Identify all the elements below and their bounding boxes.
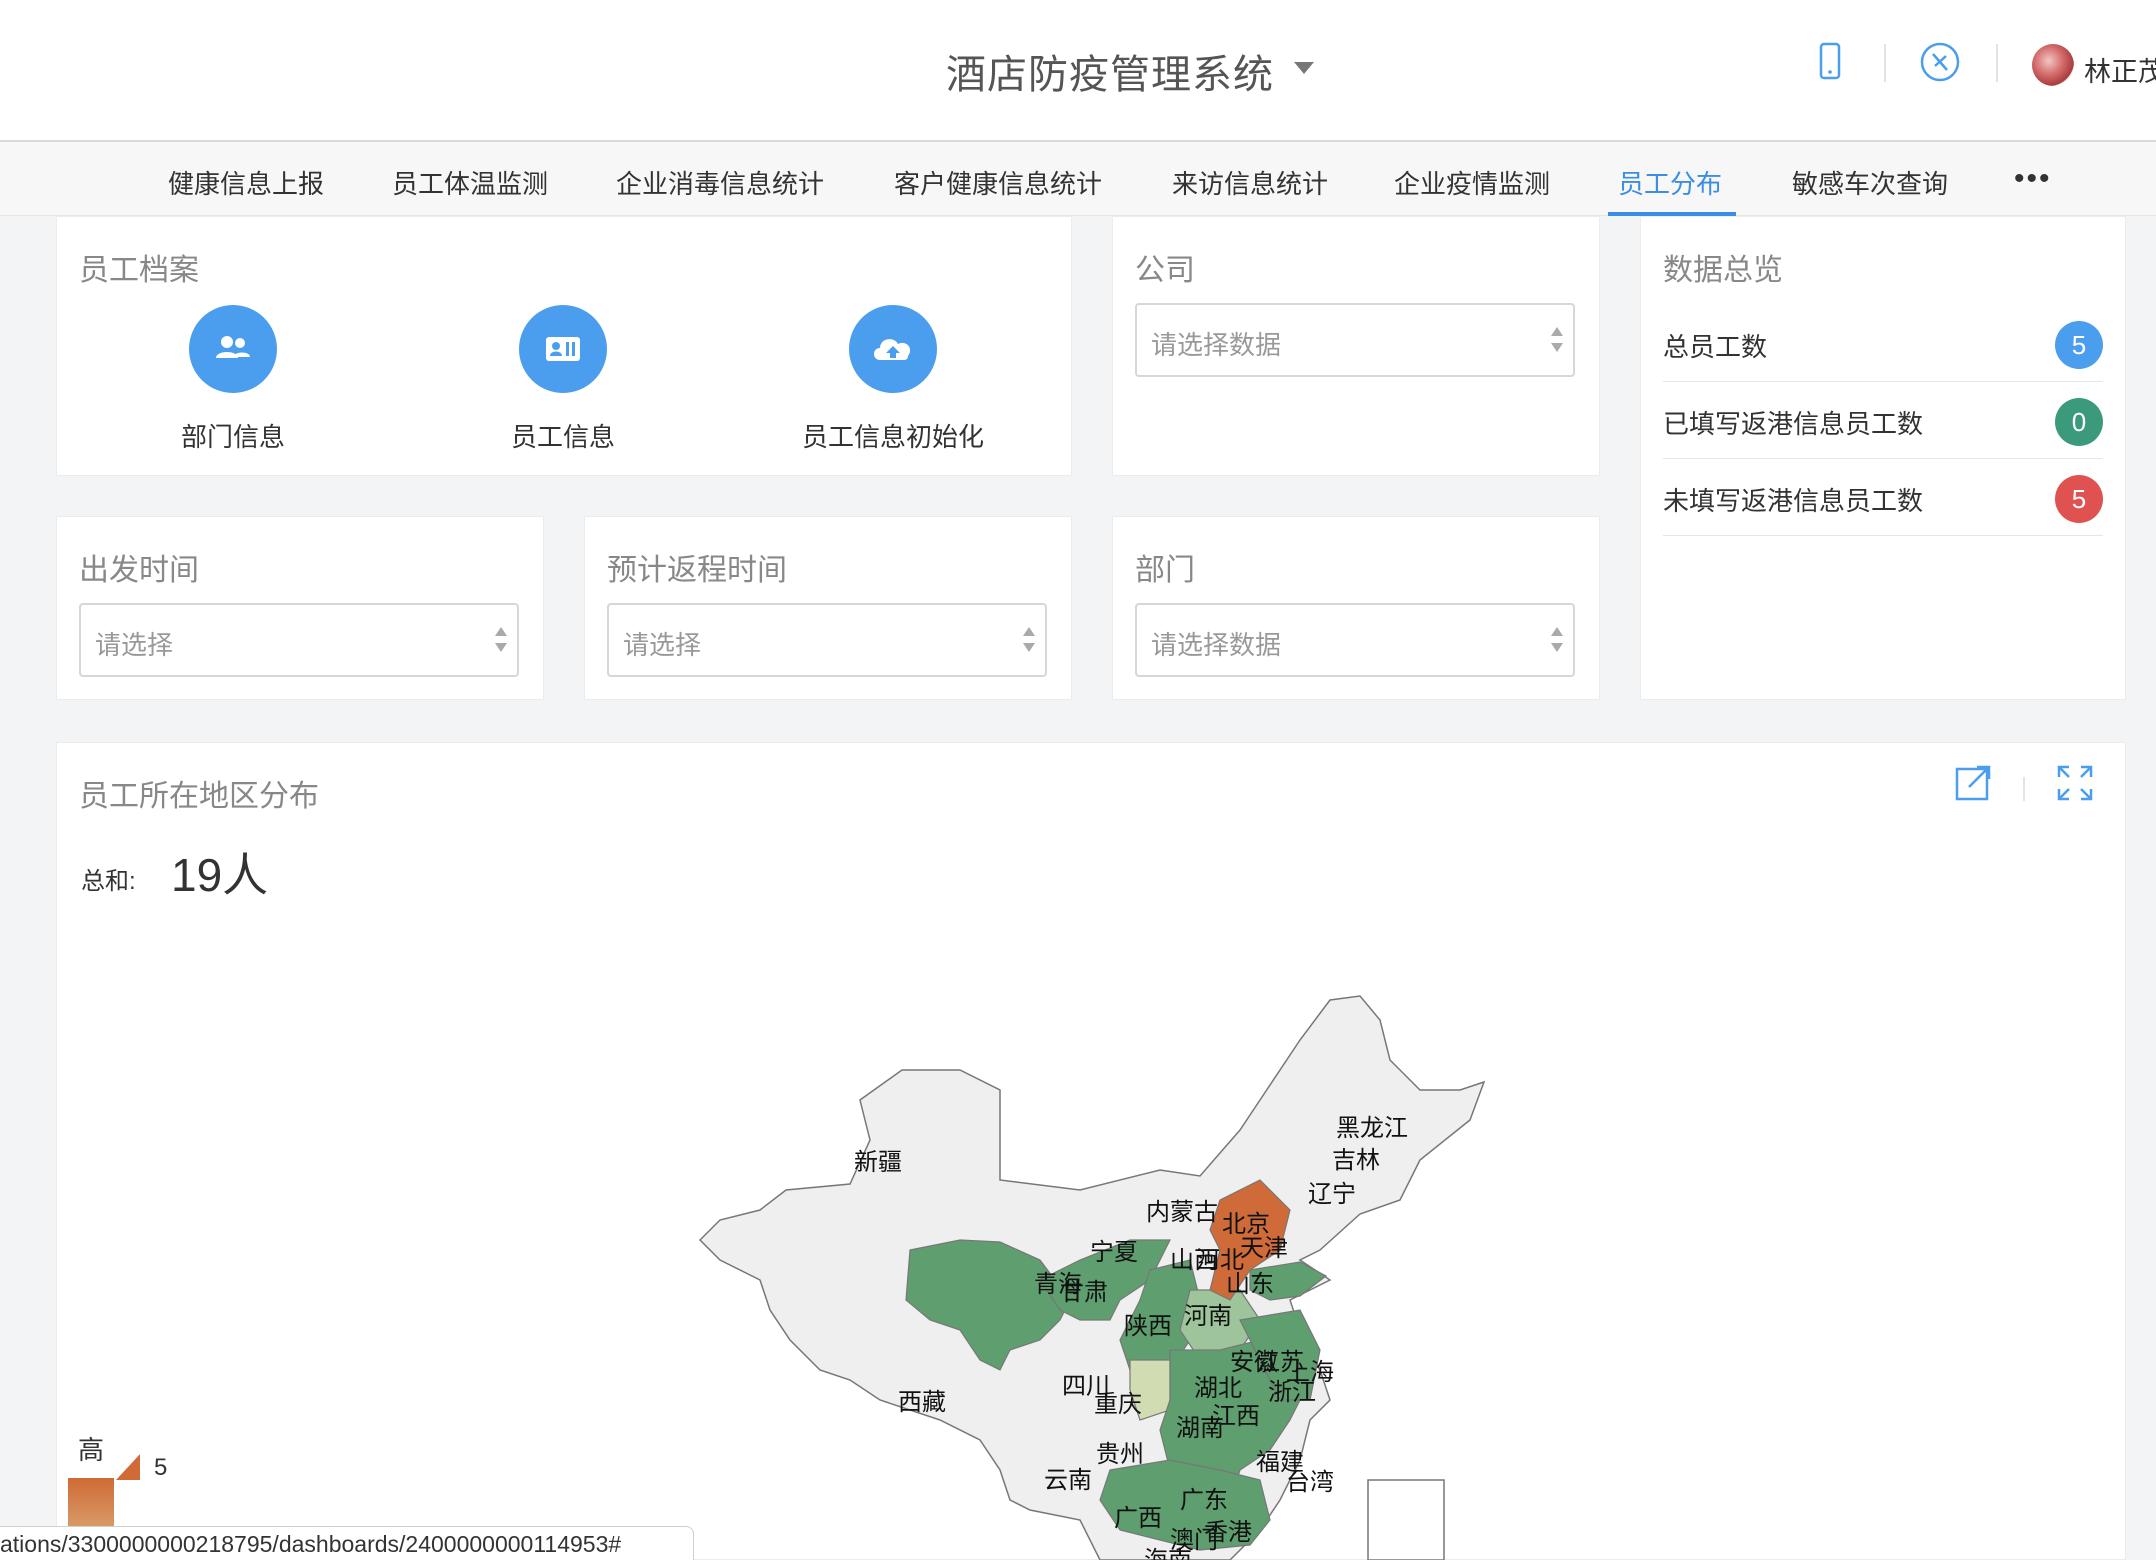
browser-status-bar: ations/3300000000218795/dashboards/24000… [0, 1526, 694, 1560]
province-label: 辽宁 [1308, 1180, 1356, 1208]
province-label: 江西 [1212, 1402, 1260, 1430]
legend-high-label: 高 [78, 1435, 105, 1465]
province-label: 广东 [1180, 1486, 1228, 1514]
province-label: 宁夏 [1090, 1238, 1138, 1266]
south-sea-inset [1367, 1479, 1445, 1560]
province-label: 陕西 [1124, 1312, 1172, 1340]
province-label: 湖北 [1194, 1374, 1242, 1402]
province-label: 海南 [1144, 1546, 1192, 1560]
province-label: 云南 [1044, 1466, 1092, 1494]
province-label: 新疆 [854, 1148, 902, 1176]
province-label: 重庆 [1094, 1390, 1142, 1418]
province-label: 西藏 [898, 1388, 946, 1416]
province-label: 天津 [1240, 1234, 1288, 1262]
province-label: 吉林 [1332, 1146, 1380, 1174]
china-map: 新疆 西藏 青海 甘肃 宁夏 内蒙古 黑龙江 吉林 辽宁 北京 天津 河北 山西… [698, 995, 1486, 1560]
province-label: 贵州 [1096, 1440, 1144, 1468]
province-label: 广西 [1114, 1504, 1162, 1532]
province-label: 河南 [1184, 1302, 1232, 1330]
province-label: 台湾 [1286, 1468, 1334, 1496]
legend-handle-icon[interactable] [116, 1454, 140, 1480]
status-url: ations/3300000000218795/dashboards/24000… [0, 1531, 622, 1557]
province-label: 黑龙江 [1336, 1114, 1408, 1142]
province-label: 内蒙古 [1146, 1198, 1218, 1226]
province-label: 浙江 [1268, 1378, 1316, 1406]
province-label: 山西 [1170, 1246, 1218, 1274]
province-label: 甘肃 [1060, 1278, 1108, 1306]
province-label: 山东 [1226, 1270, 1274, 1298]
legend-max-value: 5 [154, 1454, 168, 1481]
